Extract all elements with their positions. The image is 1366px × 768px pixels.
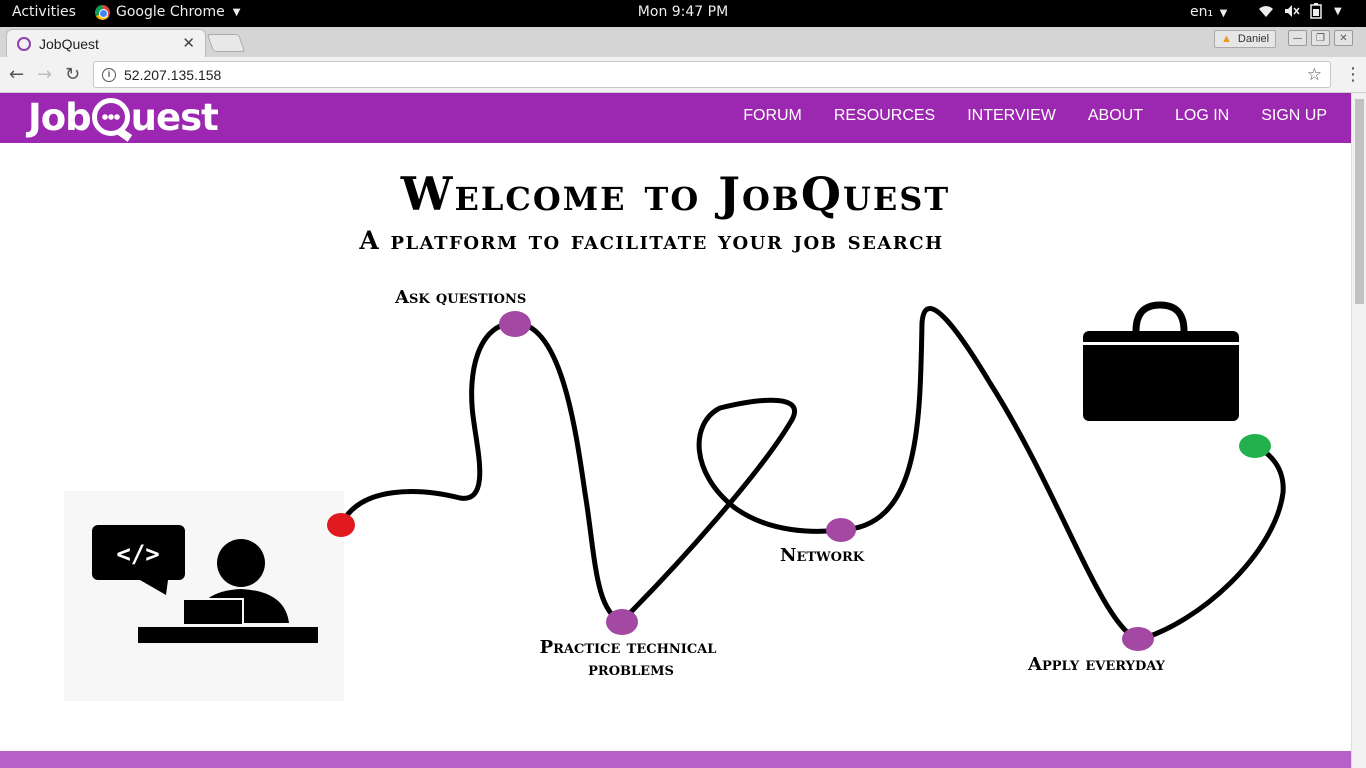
start-dot <box>327 513 355 537</box>
step-apply-everyday: Apply everyday <box>1028 654 1165 675</box>
network-dot <box>826 518 856 542</box>
step-ask-questions: Ask questions <box>395 287 527 308</box>
app-menu[interactable]: Google Chrome ▼ <box>95 4 240 20</box>
jobquest-favicon-icon <box>17 33 31 51</box>
minimize-button[interactable]: — <box>1288 30 1307 46</box>
web-page: Job uest FORUM RESOURCES INTERVIEW ABOUT… <box>0 93 1351 768</box>
restore-button[interactable]: ❐ <box>1311 30 1330 46</box>
step-practice-line1: Practice technical <box>539 637 717 658</box>
input-language[interactable]: en₁ ▼ <box>1190 4 1227 20</box>
step-practice-line2: problems <box>588 659 674 680</box>
tab-strip: JobQuest ✕ ▲ Daniel — ❐ ✕ <box>0 27 1366 57</box>
apply-dot <box>1122 627 1154 651</box>
address-bar[interactable]: i 52.207.135.158 ☆ <box>93 61 1331 88</box>
end-dot <box>1239 434 1271 458</box>
forward-arrow-icon[interactable]: → <box>37 64 52 85</box>
ask-questions-dot <box>499 311 531 337</box>
step-network: Network <box>780 545 865 566</box>
chrome-icon <box>95 4 110 20</box>
bookmark-star-icon[interactable]: ☆ <box>1307 65 1322 85</box>
back-arrow-icon[interactable]: ← <box>9 64 24 85</box>
footer-band <box>0 751 1351 768</box>
tab-title: JobQuest <box>39 35 99 52</box>
practice-dot <box>606 609 638 635</box>
tab-jobquest[interactable]: JobQuest ✕ <box>6 29 206 57</box>
profile-button[interactable]: ▲ Daniel <box>1214 30 1277 48</box>
new-tab-button[interactable] <box>206 34 246 52</box>
svg-text:</>: </> <box>116 540 159 568</box>
language-label: en₁ <box>1190 4 1214 20</box>
volume-muted-icon <box>1285 5 1300 17</box>
chevron-down-icon: ▼ <box>1334 5 1342 17</box>
chevron-down-icon: ▼ <box>1219 8 1228 19</box>
battery-icon <box>1310 3 1322 19</box>
activities-button[interactable]: Activities <box>12 4 76 20</box>
scrollbar-thumb[interactable] <box>1355 99 1364 304</box>
app-name: Google Chrome <box>116 4 225 20</box>
chrome-menu-icon[interactable]: ⋮ <box>1344 64 1362 85</box>
chevron-down-icon: ▼ <box>232 6 241 18</box>
url-text: 52.207.135.158 <box>124 66 222 83</box>
system-top-bar: Activities Google Chrome ▼ Mon 9:47 PM e… <box>0 0 1366 27</box>
wifi-icon <box>1259 6 1273 17</box>
window-controls: — ❐ ✕ <box>1288 30 1353 46</box>
reload-icon[interactable]: ↻ <box>65 64 80 85</box>
briefcase-icon <box>1083 301 1239 421</box>
browser-toolbar: ← → ↻ i 52.207.135.158 ☆ ⋮ <box>0 57 1366 93</box>
warning-icon: ▲ <box>1221 33 1232 45</box>
illustration-background <box>64 491 344 701</box>
system-menu[interactable]: ▼ <box>1258 3 1342 19</box>
profile-name: Daniel <box>1237 33 1270 45</box>
close-window-button[interactable]: ✕ <box>1334 30 1353 46</box>
site-info-icon[interactable]: i <box>102 67 116 82</box>
close-tab-icon[interactable]: ✕ <box>182 34 195 52</box>
page-scrollbar[interactable] <box>1351 93 1366 768</box>
